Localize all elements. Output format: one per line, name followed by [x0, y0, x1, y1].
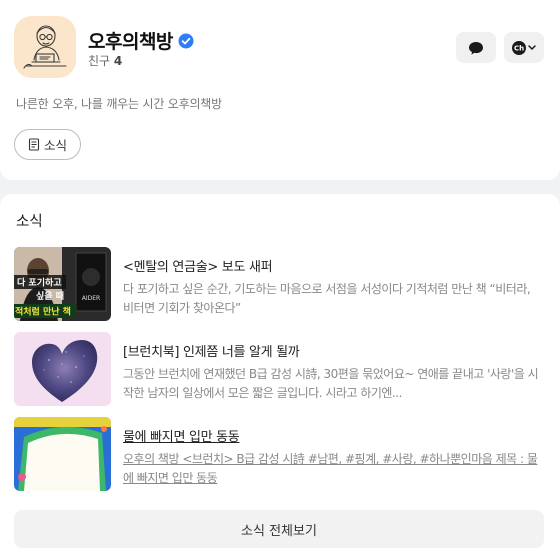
news-thumbnail: [14, 417, 111, 491]
news-section-title: 소식: [16, 214, 43, 230]
news-item-title: [브런치북] 인제쯤 너를 알게 될까: [123, 345, 300, 360]
friends-label: 친구: [88, 54, 111, 68]
friends-count: 친구 4: [88, 52, 122, 69]
news-chip-label: 소식: [43, 138, 67, 153]
news-item-body: 오후의 책방 <브런치> B급 감성 시詩 #남편, #핑계, #사랑, #하나…: [123, 452, 538, 485]
ch-label: Ch: [514, 44, 524, 52]
channel-menu-button[interactable]: Ch: [504, 32, 544, 63]
view-all-news-button[interactable]: 소식 전체보기: [14, 510, 544, 548]
thumb-text-3: 적처럼 만난 책: [15, 306, 71, 318]
chat-button[interactable]: [456, 32, 496, 63]
news-card: 소식 AIDER 다 포기하고 싶을 때 적처럼 만난 책 <멘탈의 연금술> …: [0, 194, 560, 560]
news-item-body: 다 포기하고 싶은 순간, 기도하는 마음으로 서점을 서성이다 기적처럼 만난…: [123, 282, 531, 315]
news-item-title: <멘탈의 연금술> 보도 새퍼: [123, 260, 273, 275]
news-item[interactable]: [브런치북] 인제쯤 너를 알게 될까 그동안 브런치에 연재했던 B급 감성 …: [14, 332, 544, 406]
thumb-book-text: AIDER: [82, 295, 100, 302]
news-chip-button[interactable]: 소식: [14, 129, 81, 160]
channel-name[interactable]: 오후의책방: [88, 27, 173, 54]
news-thumbnail: AIDER 다 포기하고 싶을 때 적처럼 만난 책: [14, 247, 111, 321]
channel-avatar[interactable]: [14, 16, 76, 78]
profile-card: 오후의책방 친구 4 Ch 나른한 오후, 나를 깨우는 시간 오후의책방 소식: [0, 0, 560, 180]
chat-bubble-icon: [469, 41, 483, 55]
news-item[interactable]: 물에 빠지면 입만 동동 오후의 책방 <브런치> B급 감성 시詩 #남편, …: [14, 417, 544, 491]
thumb-text-1: 다 포기하고: [17, 277, 62, 289]
news-item[interactable]: AIDER 다 포기하고 싶을 때 적처럼 만난 책 <멘탈의 연금술> 보도 …: [14, 247, 544, 321]
channel-name-row: 오후의책방: [88, 27, 194, 54]
news-thumbnail: [14, 332, 111, 406]
ch-chevron-icon: Ch: [512, 40, 536, 55]
thumb-text-2: 싶을 때: [36, 290, 64, 302]
avatar-illustration: [14, 16, 76, 78]
heart-thumbnail: [14, 332, 111, 406]
book-video-thumbnail: AIDER 다 포기하고 싶을 때 적처럼 만난 책: [14, 247, 111, 321]
news-item-body: 그동안 브런치에 연재했던 B급 감성 시詩, 30편을 묶었어요~ 연애를 끝…: [123, 367, 539, 400]
news-item-title: 물에 빠지면 입만 동동: [123, 430, 240, 445]
friends-number: 4: [113, 54, 123, 68]
document-icon: [28, 138, 40, 151]
channel-description: 나른한 오후, 나를 깨우는 시간 오후의책방: [16, 97, 222, 111]
verified-badge-icon: [178, 33, 194, 48]
frame-thumbnail: [14, 417, 111, 491]
